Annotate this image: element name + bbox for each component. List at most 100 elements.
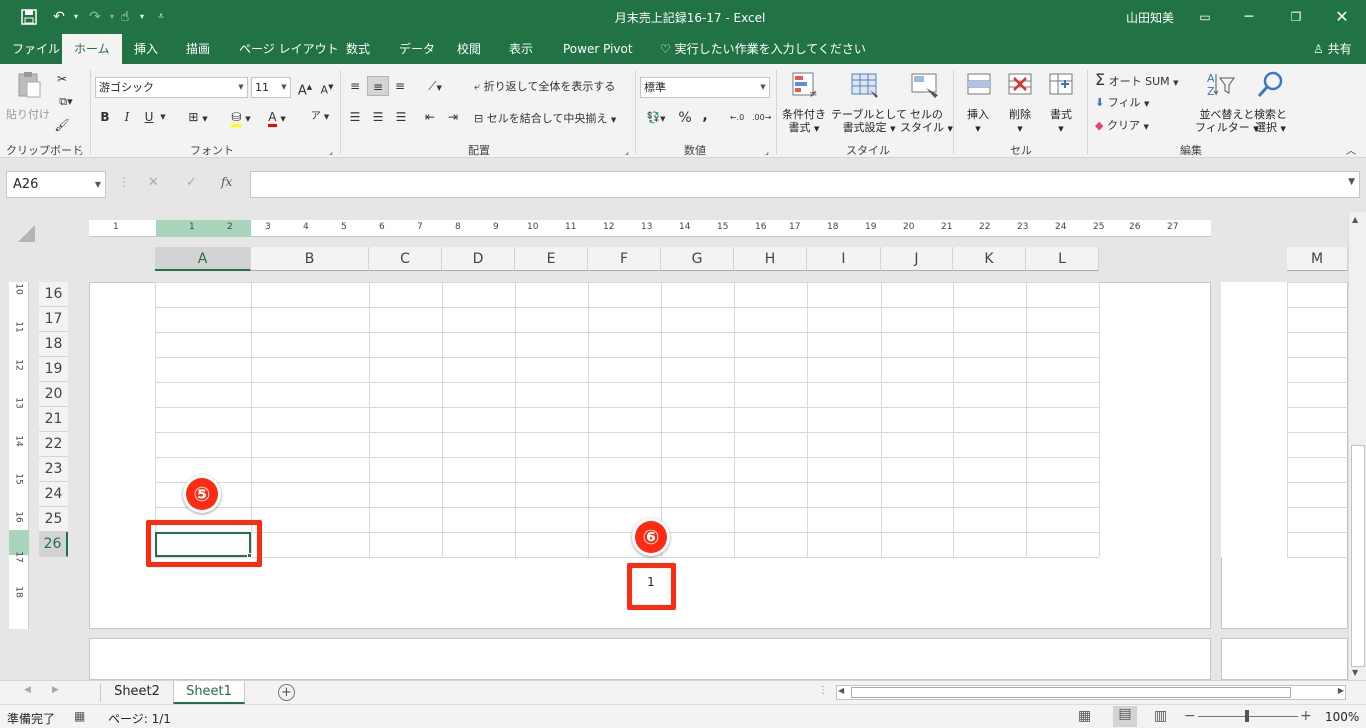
decrease-font-icon[interactable]: A▼ bbox=[318, 77, 336, 97]
align-bottom-icon[interactable]: ≡ bbox=[390, 76, 410, 96]
increase-font-icon[interactable]: A▲ bbox=[296, 77, 314, 98]
user-name[interactable]: 山田知美 bbox=[1126, 9, 1174, 26]
formula-input[interactable]: ▼ bbox=[250, 171, 1360, 198]
tab-insert[interactable]: 挿入 bbox=[134, 34, 158, 64]
redo-icon[interactable]: ↷ bbox=[84, 6, 106, 28]
phonetic-icon[interactable]: ア ▼ bbox=[305, 107, 335, 127]
paste-button[interactable]: 貼り付け bbox=[6, 108, 50, 121]
tab-review[interactable]: 校閲 bbox=[457, 34, 481, 64]
tell-me-box[interactable]: ♡ 実行したい作業を入力してください bbox=[660, 34, 866, 64]
decrease-indent-icon[interactable]: ⇤ bbox=[420, 107, 440, 127]
ribbon-display-icon[interactable]: ▭ bbox=[1196, 6, 1214, 28]
zoom-slider-thumb[interactable] bbox=[1245, 710, 1249, 722]
orientation-icon[interactable]: ⟋▼ bbox=[420, 76, 450, 96]
prev-sheet-icon[interactable]: ◀ bbox=[24, 685, 31, 695]
row-header-21[interactable]: 21 bbox=[39, 407, 68, 432]
underline-dropdown-icon[interactable]: ▼ bbox=[158, 107, 168, 127]
sort-filter-icon[interactable]: AZ bbox=[1206, 70, 1236, 100]
row-header-22[interactable]: 22 bbox=[39, 432, 68, 457]
find-select-icon[interactable] bbox=[1256, 70, 1286, 100]
align-middle-icon[interactable]: ≡ bbox=[367, 76, 389, 96]
customize-qat-icon[interactable]: ⩡ bbox=[154, 6, 168, 28]
scroll-right-icon[interactable]: ▶ bbox=[1338, 686, 1344, 695]
font-name-box[interactable]: 游ゴシック ▼ bbox=[95, 77, 248, 98]
tab-draw[interactable]: 描画 bbox=[186, 34, 210, 64]
align-left-icon[interactable]: ☰ bbox=[345, 107, 365, 127]
tab-data[interactable]: データ bbox=[399, 34, 435, 64]
cell-styles-icon[interactable] bbox=[910, 70, 940, 100]
format-cells-button[interactable]: 書式 ▼ bbox=[1050, 108, 1072, 136]
fill-color-icon[interactable]: ⛁ ▼ bbox=[226, 107, 256, 127]
clear-button[interactable]: ◆ クリア ▼ bbox=[1095, 116, 1165, 136]
zoom-out-icon[interactable]: − bbox=[1184, 708, 1196, 724]
underline-button[interactable]: U bbox=[141, 107, 157, 127]
format-cells-icon[interactable] bbox=[1047, 70, 1077, 100]
scroll-left-icon[interactable]: ◀ bbox=[838, 686, 844, 695]
merge-center-button[interactable]: ⊟ セルを結合して中央揃え ▼ bbox=[474, 109, 634, 129]
vertical-scrollbar[interactable]: ▲ ▼ bbox=[1348, 212, 1366, 680]
tab-file[interactable]: ファイル bbox=[12, 34, 60, 64]
expand-formula-icon[interactable]: ▼ bbox=[1348, 177, 1355, 187]
scroll-down-icon[interactable]: ▼ bbox=[1352, 668, 1358, 677]
close-icon[interactable]: ✕ bbox=[1333, 6, 1351, 28]
undo-dropdown-icon[interactable]: ▾ bbox=[70, 6, 82, 28]
horizontal-scroll-thumb[interactable] bbox=[851, 687, 1291, 698]
name-box[interactable]: A26 ▼ bbox=[6, 171, 106, 198]
tab-view[interactable]: 表示 bbox=[509, 34, 533, 64]
cell-styles-button[interactable]: セルの スタイル ▼ bbox=[900, 108, 953, 136]
conditional-format-button[interactable]: 条件付き 書式 ▼ bbox=[782, 108, 826, 136]
conditional-format-icon[interactable]: ≠ bbox=[790, 70, 820, 100]
column-header-j[interactable]: J bbox=[881, 247, 953, 271]
column-header-m[interactable]: M bbox=[1287, 247, 1348, 271]
fill-button[interactable]: ⬇ フィル ▼ bbox=[1095, 93, 1165, 113]
column-header-g[interactable]: G bbox=[661, 247, 734, 271]
percent-button[interactable]: % bbox=[676, 108, 694, 128]
page-layout-view-icon[interactable]: ▤ bbox=[1113, 706, 1137, 727]
increase-indent-icon[interactable]: ⇥ bbox=[443, 107, 463, 127]
tab-power-pivot[interactable]: Power Pivot bbox=[563, 34, 633, 64]
format-as-table-icon[interactable] bbox=[850, 70, 880, 100]
cancel-icon[interactable]: ✕ bbox=[148, 175, 159, 190]
align-right-icon[interactable]: ☰ bbox=[391, 107, 411, 127]
column-header-k[interactable]: K bbox=[953, 247, 1026, 271]
select-all-button[interactable] bbox=[18, 225, 35, 242]
tab-split-icon[interactable]: ⋮ bbox=[818, 685, 828, 696]
increase-decimal-icon[interactable]: ←.0 bbox=[728, 108, 746, 128]
minimize-icon[interactable]: ─ bbox=[1240, 6, 1258, 28]
sheet-tab-sheet1[interactable]: Sheet1 bbox=[173, 681, 245, 704]
sheet-tab-sheet2[interactable]: Sheet2 bbox=[101, 681, 173, 704]
macro-record-icon[interactable]: ▦ bbox=[74, 709, 85, 723]
cut-icon[interactable]: ✂ bbox=[52, 69, 72, 89]
scroll-up-icon[interactable]: ▲ bbox=[1352, 215, 1358, 224]
enter-icon[interactable]: ✓ bbox=[186, 175, 197, 190]
column-header-i[interactable]: I bbox=[807, 247, 881, 271]
decrease-decimal-icon[interactable]: .00→ bbox=[752, 108, 771, 128]
find-select-button[interactable]: 検索と 選択 ▼ bbox=[1254, 108, 1287, 136]
column-header-e[interactable]: E bbox=[515, 247, 588, 271]
tab-page-layout[interactable]: ページ レイアウト bbox=[239, 34, 339, 64]
save-icon[interactable] bbox=[18, 6, 40, 28]
column-header-l[interactable]: L bbox=[1026, 247, 1099, 271]
insert-function-icon[interactable]: fx bbox=[221, 175, 232, 189]
page-break-view-icon[interactable]: ▥ bbox=[1154, 708, 1167, 724]
touch-dropdown-icon[interactable]: ▾ bbox=[136, 6, 148, 28]
delete-cells-icon[interactable] bbox=[1006, 70, 1036, 100]
row-header-18[interactable]: 18 bbox=[39, 332, 68, 357]
share-button[interactable]: ♙ 共有 bbox=[1313, 34, 1352, 64]
row-header-24[interactable]: 24 bbox=[39, 482, 68, 507]
align-center-icon[interactable]: ☰ bbox=[368, 107, 388, 127]
row-header-26[interactable]: 26 bbox=[39, 532, 68, 557]
zoom-level[interactable]: 100% bbox=[1325, 710, 1359, 724]
column-header-a[interactable]: A bbox=[155, 247, 251, 271]
font-color-icon[interactable]: A ▼ bbox=[262, 107, 292, 127]
column-header-c[interactable]: C bbox=[369, 247, 442, 271]
restore-icon[interactable]: ❐ bbox=[1287, 6, 1305, 28]
autosum-button[interactable]: Σ オート SUM ▼ bbox=[1095, 70, 1190, 90]
row-header-19[interactable]: 19 bbox=[39, 357, 68, 382]
row-header-16[interactable]: 16 bbox=[39, 282, 68, 307]
tab-formulas[interactable]: 数式 bbox=[346, 34, 370, 64]
bold-button[interactable]: B bbox=[97, 107, 113, 127]
currency-icon[interactable]: 💱▼ bbox=[641, 108, 671, 128]
borders-icon[interactable]: ⊞ ▼ bbox=[183, 107, 213, 127]
next-sheet-icon[interactable]: ▶ bbox=[52, 685, 59, 695]
